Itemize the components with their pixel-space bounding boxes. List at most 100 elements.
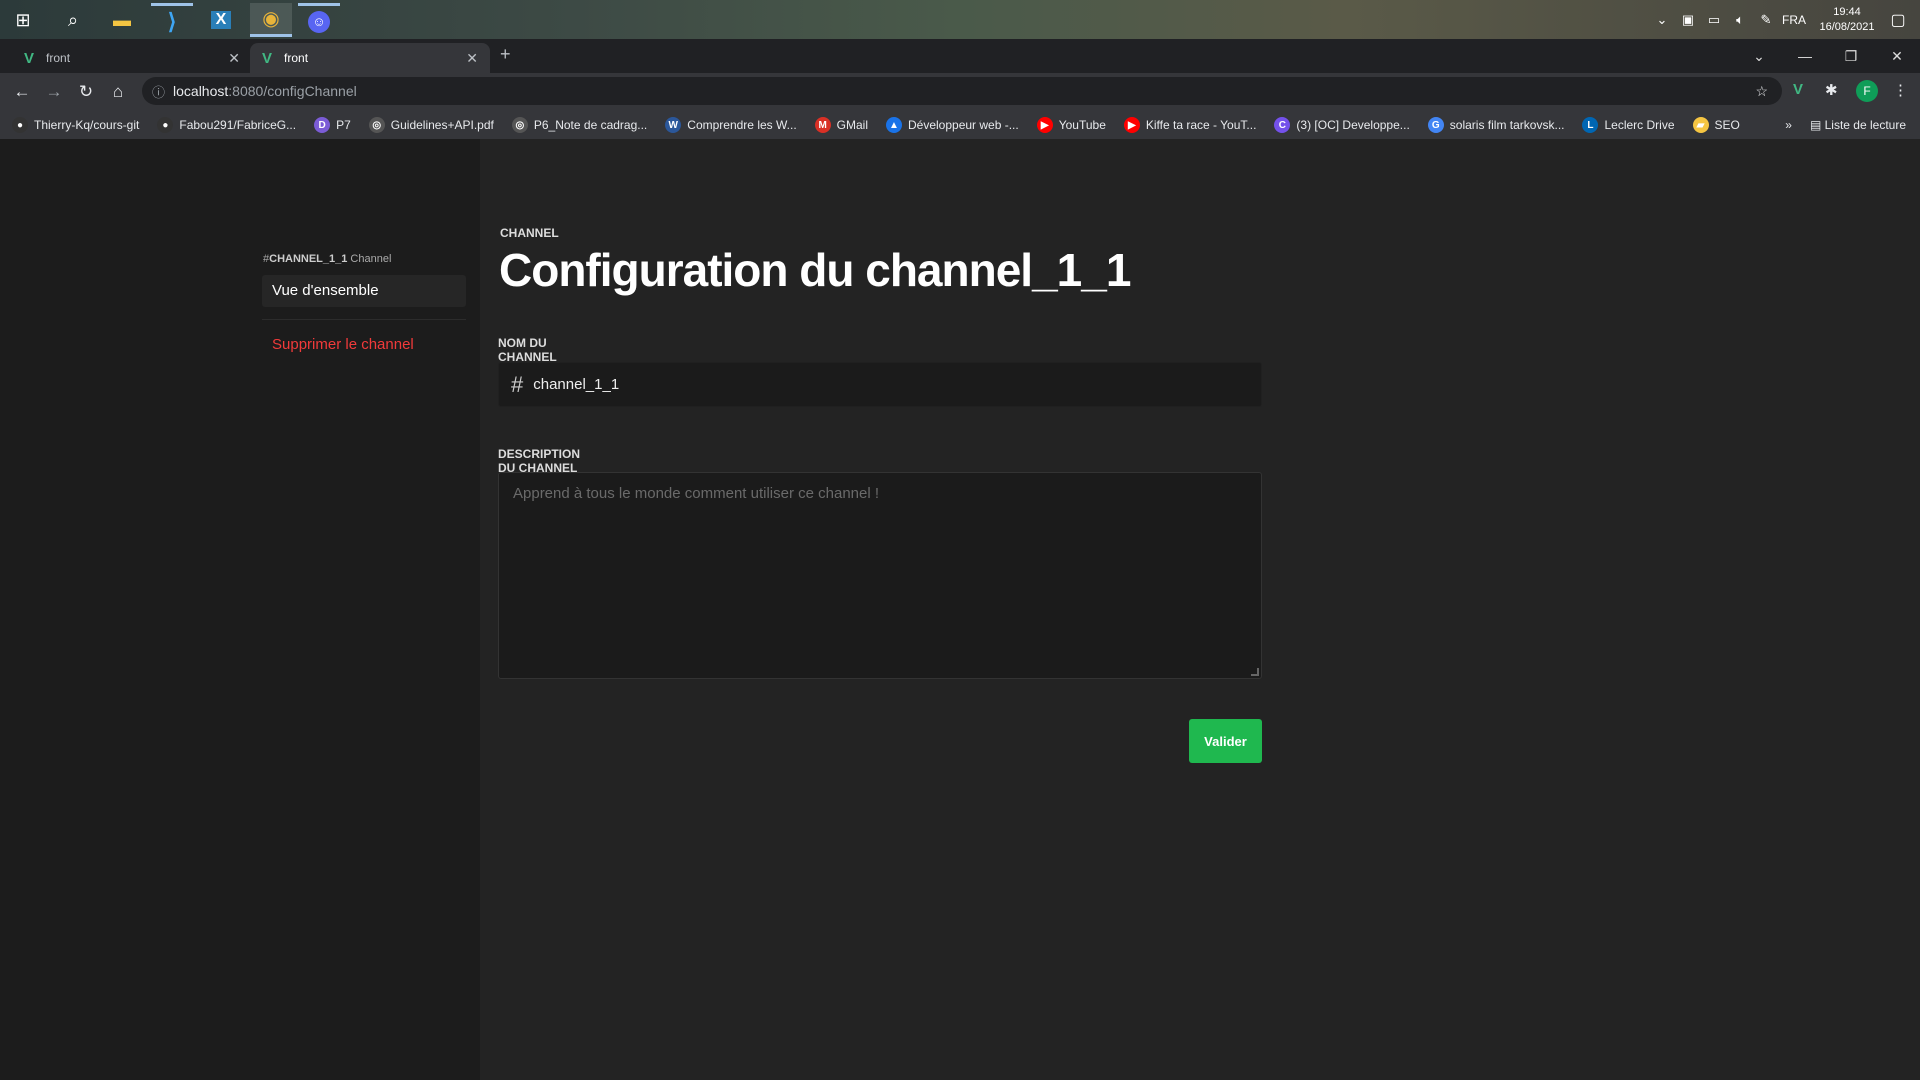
vscode-icon[interactable]: ⟩	[151, 3, 193, 37]
bookmark-label: (3) [OC] Developpe...	[1296, 118, 1410, 132]
page-title: Configuration du channel_1_1	[499, 244, 1131, 296]
channel-name-input[interactable]: # channel_1_1	[498, 362, 1262, 407]
bookmark-item[interactable]: ● Fabou291/FabriceG...	[157, 117, 296, 133]
bookmark-item[interactable]: ▰ SEO	[1692, 117, 1740, 133]
vue-devtools-icon[interactable]: V	[1793, 81, 1803, 98]
reload-icon[interactable]: ↻	[70, 82, 102, 102]
bookmark-label: solaris film tarkovsk...	[1449, 118, 1565, 132]
xampp-icon[interactable]: X	[200, 3, 242, 37]
pen-icon[interactable]: ✎	[1756, 12, 1776, 28]
sidebar-channel-header: #CHANNEL_1_1 Channel	[263, 253, 391, 265]
windows-start-icon[interactable]: ⊞	[2, 3, 44, 37]
site-info-icon[interactable]: ⓘ	[152, 82, 165, 101]
bookmark-label: P6_Note de cadrag...	[533, 118, 648, 132]
bookmark-item[interactable]: ▲ Développeur web -...	[886, 117, 1019, 133]
oc-icon: C	[1274, 117, 1291, 133]
youtube-icon: ▶	[1123, 117, 1140, 133]
navigation-bar: ← → ↻ ⌂ ⓘ localhost:8080/configChannel ☆…	[0, 73, 1920, 111]
bookmark-label: Kiffe ta race - YouT...	[1145, 118, 1257, 132]
tab-close-icon[interactable]: ✕	[228, 50, 240, 67]
forward-icon[interactable]: →	[38, 82, 70, 102]
sidebar-channel-suffix: Channel	[347, 253, 392, 265]
reading-list-icon: ▤	[1809, 118, 1825, 132]
globe-icon: ◎	[511, 117, 528, 133]
bookmark-item[interactable]: ▶ YouTube	[1036, 117, 1106, 133]
file-explorer-icon[interactable]: ▬	[101, 3, 143, 37]
submit-button[interactable]: Valider	[1189, 719, 1262, 763]
bookmark-item[interactable]: ● Thierry-Kq/cours-git	[12, 117, 139, 133]
channel-description-label: DESCRIPTION DU CHANNEL	[498, 447, 581, 475]
browser-tab-active[interactable]: V front ✕	[250, 43, 490, 73]
bookmark-item[interactable]: L Leclerc Drive	[1582, 117, 1675, 133]
address-bar[interactable]: ⓘ localhost:8080/configChannel ☆	[142, 77, 1782, 105]
clock-date: 16/08/2021	[1819, 20, 1875, 33]
google-icon: G	[1427, 117, 1444, 133]
language-indicator[interactable]: FRA	[1782, 13, 1806, 27]
bookmark-item[interactable]: W Comprendre les W...	[665, 117, 797, 133]
bookmark-label: Fabou291/FabriceG...	[179, 118, 297, 132]
url-host: localhost	[173, 83, 229, 99]
bookmark-item[interactable]: ▶ Kiffe ta race - YouT...	[1123, 117, 1257, 133]
chrome-icon[interactable]: ◉	[250, 3, 292, 37]
globe-icon: ◎	[368, 117, 385, 133]
bookmark-label: YouTube	[1058, 118, 1106, 132]
restore-icon[interactable]: ❐	[1828, 48, 1874, 65]
word-icon: W	[665, 117, 682, 133]
bookmark-item[interactable]: ◎ P6_Note de cadrag...	[511, 117, 648, 133]
url-path: :8080/configChannel	[228, 83, 357, 99]
youtube-icon: ▶	[1036, 117, 1053, 133]
home-icon[interactable]: ⌂	[102, 82, 134, 102]
security-icon[interactable]: ▣	[1678, 12, 1698, 28]
bookmark-item[interactable]: C (3) [OC] Developpe...	[1274, 117, 1410, 133]
bookmark-label: SEO	[1714, 118, 1740, 132]
section-eyebrow: CHANNEL	[500, 226, 559, 240]
bookmark-item[interactable]: Gsolaris film tarkovsk...	[1427, 117, 1565, 133]
channel-description-textarea[interactable]: Apprend à tous le monde comment utiliser…	[498, 472, 1262, 679]
bookmark-item[interactable]: ◎ Guidelines+API.pdf	[368, 117, 494, 133]
sidebar-item-overview[interactable]: Vue d'ensemble	[262, 275, 466, 307]
github-icon: ●	[12, 117, 28, 133]
github-icon: ●	[157, 117, 174, 133]
notification-icon[interactable]: ▢	[1888, 10, 1908, 30]
volume-icon[interactable]: 🔈︎	[1730, 12, 1750, 28]
discord-icon[interactable]: ☺	[298, 3, 340, 37]
description-placeholder: Apprend à tous le monde comment utiliser…	[513, 485, 880, 502]
hash-icon: #	[511, 371, 524, 397]
tab-close-icon[interactable]: ✕	[466, 50, 478, 67]
folder-icon: ▰	[1692, 117, 1709, 133]
profile-avatar[interactable]: F	[1856, 80, 1878, 102]
bookmark-label: Thierry-Kq/cours-git	[34, 118, 140, 132]
reading-list-label: Liste de lecture	[1824, 118, 1906, 132]
minimize-icon[interactable]: —	[1782, 48, 1828, 64]
chevron-up-icon[interactable]: ⌄	[1652, 12, 1672, 28]
bookmark-label: P7	[336, 118, 351, 132]
more-bookmarks-icon[interactable]: »	[1785, 118, 1792, 132]
tab-search-icon[interactable]: ⌄	[1736, 48, 1782, 65]
bookmarks-bar: ● Thierry-Kq/cours-git ● Fabou291/FabriceG.…	[0, 111, 1920, 139]
reading-list[interactable]: ▤ Liste de lecture	[1810, 118, 1906, 132]
browser-tab[interactable]: V front ✕	[12, 43, 252, 73]
sidebar-channel-name: CHANNEL_1_1	[269, 253, 348, 265]
bookmark-item[interactable]: D P7	[314, 117, 351, 133]
gmail-icon: M	[814, 117, 831, 133]
bookmarks-overflow: » ▤ Liste de lecture	[1785, 111, 1906, 139]
bookmark-item[interactable]: M GMail	[814, 117, 868, 133]
bookmark-star-icon[interactable]: ☆	[1755, 83, 1768, 100]
bookmark-label: Développeur web -...	[908, 118, 1019, 132]
menu-kebab-icon[interactable]: ⋮	[1893, 81, 1908, 99]
close-window-icon[interactable]: ✕	[1874, 48, 1920, 65]
vue-logo-icon: V	[262, 49, 273, 67]
new-tab-button[interactable]: +	[500, 44, 511, 65]
tab-title: front	[284, 51, 309, 65]
resize-handle-icon[interactable]	[1251, 668, 1259, 676]
bookmark-label: GMail	[836, 118, 868, 132]
bookmark-label: Leclerc Drive	[1604, 118, 1675, 132]
extensions-icon[interactable]: ✱	[1825, 81, 1838, 99]
clock[interactable]: 19:44 16/08/2021	[1812, 5, 1882, 35]
network-icon[interactable]: ▭	[1704, 12, 1724, 28]
search-icon[interactable]: ⌕	[52, 3, 94, 37]
window-controls: ⌄ — ❐ ✕	[1736, 39, 1920, 73]
sidebar-item-delete-channel[interactable]: Supprimer le channel	[272, 336, 414, 353]
channel-name-label: NOM DU CHANNEL	[498, 336, 557, 364]
back-icon[interactable]: ←	[6, 82, 38, 102]
